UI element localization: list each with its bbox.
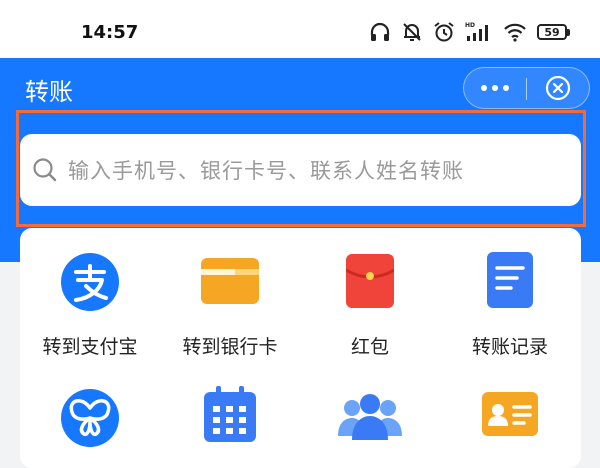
- more-dots-icon: [481, 85, 487, 91]
- butterfly-icon: [61, 389, 119, 447]
- grid-item-contacts[interactable]: [300, 378, 440, 448]
- search-icon: [32, 157, 58, 183]
- bank-card-icon: [201, 258, 259, 304]
- cellular-signal-icon: HD: [465, 22, 488, 41]
- more-button[interactable]: [464, 68, 526, 108]
- grid-item-bank-card[interactable]: 转到银行卡: [160, 228, 300, 368]
- mini-program-capsule: [463, 67, 590, 109]
- grid-item-red-envelope[interactable]: 红包: [300, 228, 440, 368]
- contacts-icon: [338, 394, 402, 440]
- grid-label-alipay: 转到支付宝: [42, 336, 138, 358]
- grid-label-red-envelope: 红包: [350, 336, 389, 358]
- grid-item-calendar[interactable]: [160, 378, 300, 448]
- calendar-icon: [204, 386, 256, 442]
- id-card-icon: [482, 392, 538, 436]
- grid-item-transfer-record[interactable]: 转账记录: [440, 228, 580, 368]
- battery-level: 59: [537, 24, 567, 40]
- muted-bell-icon: [403, 23, 421, 41]
- alarm-icon: [434, 22, 454, 42]
- status-bar: 14:57 HD 59: [0, 0, 600, 58]
- page-title: 转账: [25, 78, 73, 106]
- network-type-label: HD: [465, 22, 475, 29]
- battery-indicator: 59: [537, 24, 570, 40]
- transfer-options-card: 转到支付宝 转到银行卡 红包 转账记录: [20, 228, 581, 468]
- transfer-record-icon: [487, 252, 533, 308]
- grid-label-transfer-record: 转账记录: [471, 336, 548, 358]
- search-placeholder: 输入手机号、银行卡号、联系人姓名转账: [68, 159, 464, 183]
- headphones-icon: [370, 22, 390, 41]
- close-button[interactable]: [527, 68, 589, 108]
- status-icons: HD 59: [369, 18, 570, 46]
- grid-item-id-card[interactable]: [440, 378, 580, 448]
- alipay-icon: [61, 253, 119, 311]
- grid-item-butterfly[interactable]: [20, 378, 160, 448]
- grid-label-bank-card: 转到银行卡: [182, 336, 278, 358]
- close-icon: [545, 75, 571, 101]
- status-time: 14:57: [81, 22, 139, 43]
- red-envelope-icon: [346, 254, 394, 308]
- wifi-icon: [504, 23, 526, 42]
- grid-item-alipay[interactable]: 转到支付宝: [20, 228, 160, 368]
- search-input[interactable]: 输入手机号、银行卡号、联系人姓名转账: [20, 134, 581, 206]
